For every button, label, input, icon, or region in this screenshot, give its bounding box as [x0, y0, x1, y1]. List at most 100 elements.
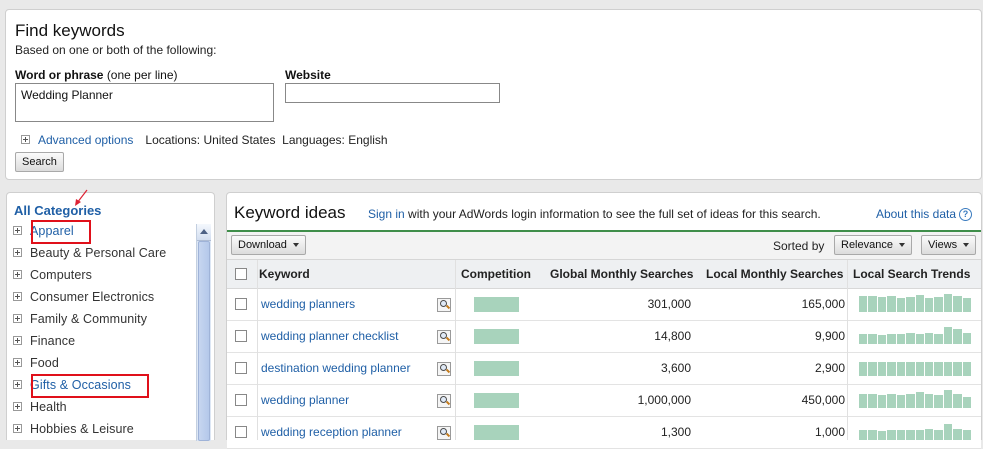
- row-checkbox[interactable]: [235, 298, 247, 310]
- trend-bar: [877, 395, 887, 408]
- scroll-thumb[interactable]: [198, 241, 210, 441]
- magnifier-icon[interactable]: [437, 298, 451, 312]
- trend-bar: [943, 424, 953, 440]
- categories-panel: All Categories Apparel Beauty & Personal …: [6, 189, 215, 442]
- category-label[interactable]: Health: [30, 400, 67, 414]
- category-item[interactable]: Beauty & Personal Care: [7, 244, 194, 266]
- category-label[interactable]: Finance: [30, 334, 75, 348]
- competition-bar: [474, 361, 519, 376]
- magnifier-icon[interactable]: [437, 426, 451, 440]
- download-button[interactable]: Download: [231, 235, 306, 255]
- category-item[interactable]: Health: [7, 398, 194, 420]
- select-all-checkbox[interactable]: [235, 268, 247, 280]
- trend-bar: [934, 334, 943, 344]
- category-label[interactable]: Food: [30, 356, 59, 370]
- category-item[interactable]: Gifts & Occasions: [7, 374, 194, 398]
- advanced-options-row: Advanced options Locations: United States…: [21, 133, 388, 147]
- keyword-link[interactable]: wedding reception planner: [261, 425, 402, 439]
- keyword-link[interactable]: destination wedding planner: [261, 361, 410, 375]
- category-item[interactable]: Finance: [7, 332, 194, 354]
- col-global-searches[interactable]: Global Monthly Searches: [550, 267, 693, 281]
- category-label[interactable]: Hobbies & Leisure: [30, 422, 134, 436]
- views-dropdown[interactable]: Views: [921, 235, 977, 255]
- expand-icon[interactable]: [13, 270, 22, 280]
- category-item[interactable]: Consumer Electronics: [7, 288, 194, 310]
- trend-bar: [924, 333, 934, 344]
- relevance-dropdown[interactable]: Relevance: [834, 235, 912, 255]
- expand-icon[interactable]: [13, 380, 22, 390]
- table-row: wedding planner 1,000,000 450,000: [227, 385, 981, 417]
- results-toolbar: Download Sorted by Relevance Views: [227, 232, 981, 260]
- expand-icon[interactable]: [13, 314, 22, 324]
- trend-bar: [877, 431, 887, 440]
- category-label[interactable]: Family & Community: [30, 312, 147, 326]
- trend-bar: [877, 362, 887, 376]
- locations-text: Locations: United States: [145, 133, 276, 147]
- phrase-label: Word or phrase (one per line): [15, 68, 178, 82]
- sign-in-link[interactable]: Sign in: [368, 207, 405, 221]
- category-list: Apparel Beauty & Personal Care Computers Co…: [7, 220, 194, 442]
- expand-icon[interactable]: [13, 358, 22, 368]
- category-label[interactable]: Apparel: [30, 224, 74, 238]
- row-checkbox[interactable]: [235, 394, 247, 406]
- trend-bar: [877, 335, 887, 344]
- trend-bar: [953, 429, 962, 440]
- col-keyword[interactable]: Keyword: [259, 267, 310, 281]
- row-checkbox[interactable]: [235, 362, 247, 374]
- category-item[interactable]: Computers: [7, 266, 194, 288]
- keyword-link[interactable]: wedding planners: [261, 297, 355, 311]
- col-local-searches[interactable]: Local Monthly Searches: [706, 267, 843, 281]
- scroll-up-icon[interactable]: [197, 224, 211, 241]
- trend-bar: [859, 334, 868, 344]
- expand-icon[interactable]: [13, 226, 22, 236]
- keyword-link[interactable]: wedding planner: [261, 393, 349, 407]
- phrase-input[interactable]: Wedding Planner: [15, 83, 274, 122]
- trend-bar: [924, 298, 934, 312]
- category-item[interactable]: Family & Community: [7, 310, 194, 332]
- trend-bar: [934, 362, 943, 376]
- category-item[interactable]: Food: [7, 354, 194, 376]
- col-competition[interactable]: Competition: [461, 267, 531, 281]
- expand-icon[interactable]: [13, 248, 22, 258]
- trend-bar: [887, 334, 896, 344]
- category-label[interactable]: Beauty & Personal Care: [30, 246, 166, 260]
- website-label: Website: [285, 68, 331, 82]
- search-button[interactable]: Search: [15, 152, 64, 172]
- trend-bar: [859, 430, 868, 440]
- trend-bar: [896, 395, 906, 408]
- about-this-data[interactable]: About this data?: [876, 207, 972, 222]
- advanced-options-link[interactable]: Advanced options: [38, 133, 133, 147]
- keyword-link[interactable]: wedding planner checklist: [261, 329, 398, 343]
- magnifier-icon[interactable]: [437, 330, 451, 344]
- expand-icon[interactable]: [13, 292, 22, 302]
- category-item[interactable]: Apparel: [7, 220, 194, 244]
- category-label[interactable]: Gifts & Occasions: [30, 378, 131, 392]
- keyword-ideas-panel: Keyword ideas Sign in with your AdWords …: [226, 192, 982, 449]
- magnifier-icon[interactable]: [437, 394, 451, 408]
- website-input[interactable]: [285, 83, 500, 103]
- global-searches-value: 1,000,000: [637, 393, 691, 407]
- trend-sparkline: [859, 358, 972, 376]
- global-searches-value: 14,800: [654, 329, 691, 343]
- category-item[interactable]: Hobbies & Leisure: [7, 420, 194, 442]
- trend-bar: [915, 295, 924, 312]
- trend-bar: [868, 296, 877, 312]
- trend-bar: [953, 329, 962, 344]
- row-checkbox[interactable]: [235, 330, 247, 342]
- category-label[interactable]: Computers: [30, 268, 92, 282]
- trend-bar: [953, 394, 962, 408]
- trend-bar: [943, 390, 953, 408]
- expand-icon[interactable]: [13, 402, 22, 412]
- row-checkbox[interactable]: [235, 426, 247, 438]
- magnifier-icon[interactable]: [437, 362, 451, 376]
- help-icon[interactable]: ?: [959, 208, 972, 222]
- category-scrollbar[interactable]: [196, 224, 211, 441]
- expand-icon[interactable]: [21, 135, 30, 145]
- column-divider: [847, 260, 848, 440]
- category-label[interactable]: Consumer Electronics: [30, 290, 154, 304]
- trend-bar: [906, 430, 915, 440]
- expand-icon[interactable]: [13, 424, 22, 434]
- col-search-trends[interactable]: Local Search Trends: [853, 267, 970, 281]
- expand-icon[interactable]: [13, 336, 22, 346]
- table-header: Keyword Competition Global Monthly Searc…: [227, 260, 981, 289]
